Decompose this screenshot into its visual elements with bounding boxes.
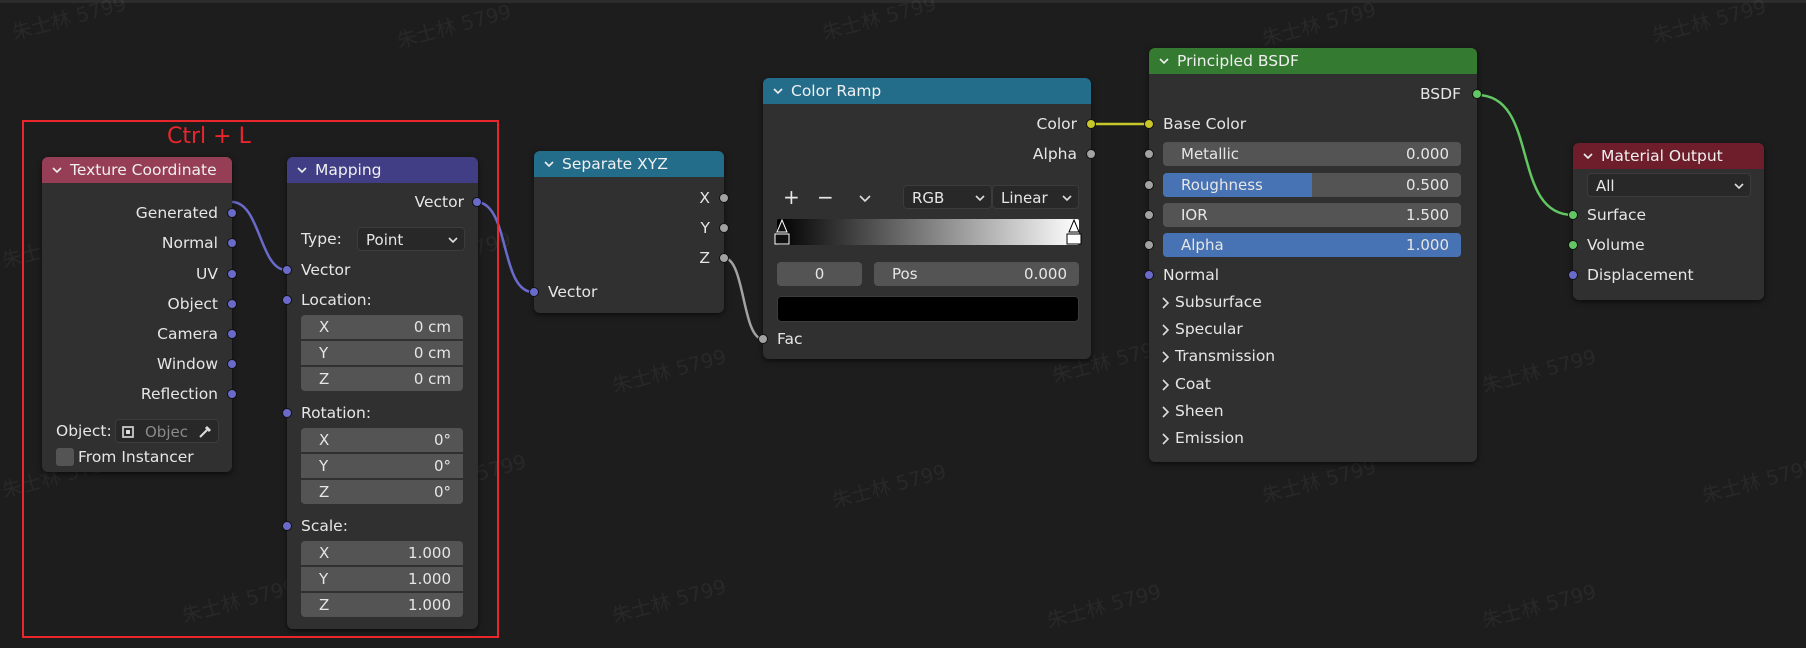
panel-coat[interactable]: Coat	[1161, 372, 1211, 396]
collapse-chevron-icon[interactable]	[1159, 56, 1169, 66]
output-label-y: Y	[700, 219, 710, 237]
node-header[interactable]: Material Output	[1573, 143, 1764, 169]
chevron-right-icon	[1162, 432, 1170, 445]
node-header[interactable]: Separate XYZ	[534, 151, 724, 177]
panel-emission[interactable]: Emission	[1161, 426, 1244, 450]
separate-xyz-node[interactable]: Separate XYZ X Y Z Vector	[529, 151, 729, 313]
panel-specular[interactable]: Specular	[1161, 317, 1243, 341]
input-label-vector: Vector	[548, 283, 598, 301]
socket-roughness[interactable]	[1144, 180, 1154, 190]
socket-ior[interactable]	[1144, 210, 1154, 220]
output-label-z: Z	[699, 249, 710, 267]
collapse-chevron-icon[interactable]	[773, 86, 783, 96]
alpha-slider[interactable]: Alpha 1.000	[1163, 233, 1461, 257]
principled-bsdf-node[interactable]: Principled BSDF BSDF Base Color Metallic…	[1144, 48, 1482, 462]
collapse-chevron-icon[interactable]	[1583, 151, 1593, 161]
input-label-fac: Fac	[777, 330, 803, 348]
output-label-alpha: Alpha	[1032, 145, 1077, 163]
stop-color-swatch[interactable]	[777, 296, 1079, 322]
input-label-displacement: Displacement	[1587, 266, 1694, 284]
socket-alpha[interactable]	[1086, 149, 1096, 159]
input-label-volume: Volume	[1587, 236, 1645, 254]
socket-surface[interactable]	[1568, 210, 1578, 220]
node-title: Separate XYZ	[562, 155, 668, 173]
socket-normal[interactable]	[1144, 270, 1154, 280]
chevron-right-icon	[1162, 323, 1170, 336]
socket-metallic[interactable]	[1144, 149, 1154, 159]
node-title: Color Ramp	[791, 82, 882, 100]
panel-subsurface[interactable]: Subsurface	[1161, 290, 1262, 314]
link-bsdf-to-surface	[1476, 93, 1574, 217]
chevron-right-icon	[1162, 296, 1170, 309]
color-mode-value: RGB	[912, 189, 945, 207]
chevron-right-icon	[1162, 378, 1170, 391]
stop-index-field[interactable]: 0	[777, 262, 862, 286]
output-label-bsdf: BSDF	[1419, 85, 1461, 103]
target-dropdown[interactable]: All	[1587, 173, 1751, 197]
socket-fac[interactable]	[758, 334, 768, 344]
socket-displacement[interactable]	[1568, 270, 1578, 280]
chevron-right-icon	[1162, 405, 1170, 418]
chevron-down-icon	[1062, 195, 1072, 202]
color-ramp-node[interactable]: Color Ramp Color Alpha + − RGB Linear 0 …	[758, 78, 1096, 359]
material-output-node[interactable]: Material Output All Surface Volume Displ…	[1568, 143, 1764, 300]
node-title: Principled BSDF	[1177, 52, 1299, 70]
position-field[interactable]: Pos 0.000	[874, 262, 1079, 286]
socket-base-color[interactable]	[1144, 119, 1154, 129]
color-ramp-gradient[interactable]	[777, 219, 1079, 245]
node-header[interactable]: Color Ramp	[763, 78, 1091, 104]
color-stop-white[interactable]	[1065, 218, 1083, 248]
socket-alpha[interactable]	[1144, 240, 1154, 250]
input-label-surface: Surface	[1587, 206, 1647, 224]
socket-vector-in[interactable]	[529, 287, 539, 297]
socket-bsdf[interactable]	[1472, 89, 1482, 99]
ramp-menu-chevron-icon[interactable]	[859, 194, 871, 204]
socket-color[interactable]	[1086, 119, 1096, 129]
output-label-x: X	[699, 189, 710, 207]
color-mode-dropdown[interactable]: RGB	[903, 185, 992, 209]
color-stop-black[interactable]	[773, 218, 791, 248]
metallic-slider[interactable]: Metallic 0.000	[1163, 142, 1461, 166]
socket-x[interactable]	[719, 193, 729, 203]
socket-z[interactable]	[719, 253, 729, 263]
input-label-base-color: Base Color	[1163, 115, 1247, 133]
chevron-down-icon	[1734, 183, 1744, 190]
chevron-right-icon	[1162, 350, 1170, 363]
node-title: Material Output	[1601, 147, 1723, 165]
socket-y[interactable]	[719, 223, 729, 233]
link-z-to-fac	[723, 256, 764, 341]
interpolation-value: Linear	[1001, 189, 1048, 207]
output-label-color: Color	[1036, 115, 1077, 133]
target-value: All	[1596, 177, 1615, 195]
roughness-slider[interactable]: Roughness 0.500	[1163, 173, 1461, 197]
node-header[interactable]: Principled BSDF	[1149, 48, 1477, 74]
add-stop-button[interactable]: +	[783, 185, 800, 209]
chevron-down-icon	[975, 195, 985, 202]
collapse-chevron-icon[interactable]	[544, 159, 554, 169]
socket-volume[interactable]	[1568, 240, 1578, 250]
annotation-box	[22, 120, 499, 638]
ior-field[interactable]: IOR 1.500	[1163, 203, 1461, 227]
panel-sheen[interactable]: Sheen	[1161, 399, 1224, 423]
input-label-normal: Normal	[1163, 266, 1220, 284]
annotation-label: Ctrl + L	[167, 124, 251, 149]
interpolation-dropdown[interactable]: Linear	[992, 185, 1079, 209]
remove-stop-button[interactable]: −	[817, 185, 834, 209]
panel-transmission[interactable]: Transmission	[1161, 344, 1275, 368]
